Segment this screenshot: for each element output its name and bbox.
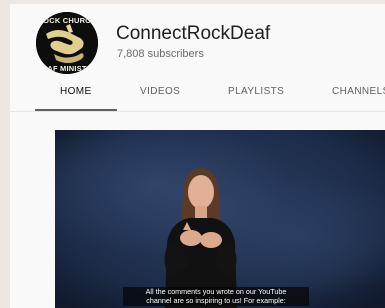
header-divider (10, 111, 385, 112)
youtube-channel-page: OCK CHURC AF MINIST ConnectRockDeaf 7,80… (10, 4, 385, 308)
video-frame (55, 130, 385, 308)
tab-playlists[interactable]: PLAYLISTS (228, 86, 284, 97)
subscriber-count: 7,808 subscribers (117, 48, 204, 60)
video-caption: All the comments you wrote on our YouTub… (123, 287, 309, 307)
channel-tabs: HOME VIDEOS PLAYLISTS CHANNELS (10, 82, 385, 112)
tab-channels[interactable]: CHANNELS (332, 86, 385, 97)
caption-line: channel are so inspiring to us! For exam… (146, 295, 286, 305)
avatar-text-bottom: AF MINIST (47, 64, 87, 73)
tab-home[interactable]: HOME (60, 86, 92, 97)
channel-avatar[interactable]: OCK CHURC AF MINIST (36, 12, 98, 74)
tab-videos[interactable]: VIDEOS (140, 86, 180, 97)
channel-title: ConnectRockDeaf (116, 23, 271, 44)
featured-video-player[interactable]: All the comments you wrote on our YouTub… (55, 130, 385, 308)
avatar-text-top: OCK CHURC (43, 16, 91, 25)
